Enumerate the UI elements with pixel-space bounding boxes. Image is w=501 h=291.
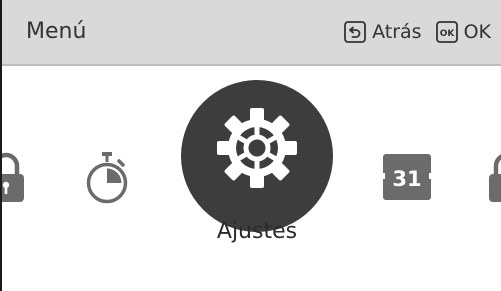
header-actions: Atrás OK OK xyxy=(344,18,491,46)
lock-icon[interactable] xyxy=(487,150,501,206)
ok-label: OK xyxy=(463,21,491,43)
calendar-icon[interactable]: 31 xyxy=(382,152,432,202)
lock-icon[interactable] xyxy=(0,150,26,206)
screen-left-edge xyxy=(0,0,2,291)
selected-item-label: Ajustes xyxy=(216,219,298,244)
page-title: Menú xyxy=(26,19,87,44)
menu-screen: Menú Atrás OK OK 31 Ajustes xyxy=(0,0,501,291)
back-label: Atrás xyxy=(372,21,422,43)
gear-icon[interactable] xyxy=(181,80,333,232)
back-key-icon xyxy=(344,21,367,43)
ok-button[interactable]: OK OK xyxy=(435,18,491,46)
ok-key-icon: OK xyxy=(435,21,458,43)
ok-key-glyph: OK xyxy=(439,29,455,39)
menu-header: Menú Atrás OK OK xyxy=(0,0,501,66)
timer-icon[interactable] xyxy=(83,151,131,207)
calendar-day: 31 xyxy=(392,167,421,191)
back-button[interactable]: Atrás xyxy=(344,18,422,46)
